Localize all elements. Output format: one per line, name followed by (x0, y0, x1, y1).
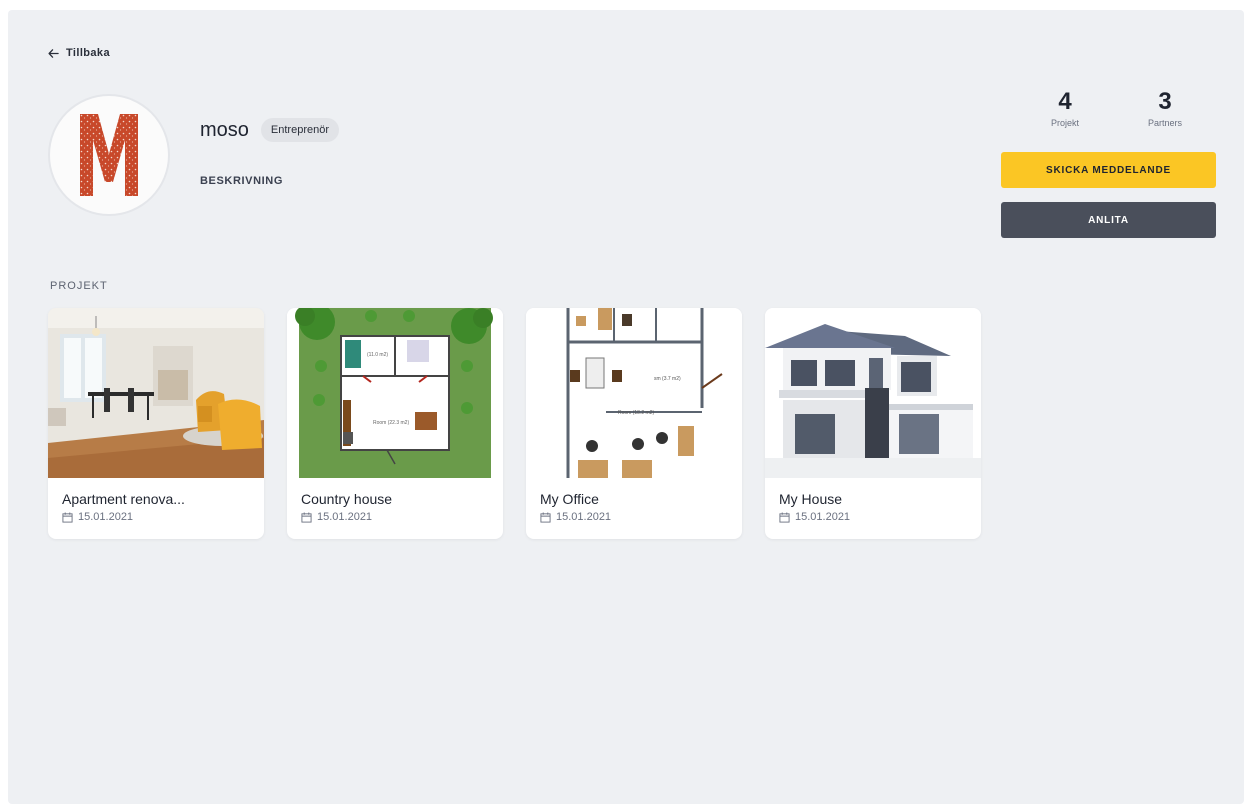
project-title: My House (779, 491, 843, 507)
project-title: Country house (301, 491, 393, 507)
project-card[interactable]: My House 15.01.2021 (765, 308, 981, 539)
send-message-button[interactable]: SKICKA MEDDELANDE (1001, 152, 1216, 188)
profile-stats: 4 Projekt 3 Partners (1020, 88, 1210, 128)
project-thumbnail-apartment (48, 308, 264, 478)
project-thumbnail-house (765, 308, 981, 478)
project-title: Apartment renova... (62, 491, 185, 507)
project-date: 15.01.2021 (540, 511, 728, 523)
project-date-text: 15.01.2021 (795, 511, 851, 523)
calendar-icon (301, 511, 312, 523)
project-card[interactable]: (11.0 m2) Room (22.3 m2) Country house 1… (287, 308, 503, 539)
project-card[interactable]: Apartment renova... 15.01.2021 (48, 308, 264, 539)
calendar-icon (540, 511, 551, 523)
project-card-body: Country house 15.01.2021 (287, 478, 503, 523)
stat-partners-value: 3 (1158, 88, 1172, 115)
stat-projects-value: 4 (1058, 88, 1072, 115)
svg-text:Room (18.2 m2): Room (18.2 m2) (618, 410, 654, 416)
back-label: Tillbaka (66, 47, 110, 59)
calendar-icon (62, 511, 73, 523)
avatar (50, 96, 168, 214)
project-date: 15.01.2021 (62, 511, 250, 523)
project-date: 15.01.2021 (301, 511, 489, 523)
calendar-icon (779, 511, 790, 523)
arrow-left-icon (48, 48, 59, 58)
project-date: 15.01.2021 (779, 511, 967, 523)
project-title: My Office (540, 491, 599, 507)
back-link[interactable]: Tillbaka (48, 47, 110, 59)
project-thumbnail-country-house: (11.0 m2) Room (22.3 m2) (287, 308, 503, 478)
stat-partners: 3 Partners (1120, 88, 1210, 128)
project-card-body: My Office 15.01.2021 (526, 478, 742, 523)
svg-text:(11.0 m2): (11.0 m2) (367, 352, 388, 358)
description-label: BESKRIVNING (200, 175, 283, 187)
project-thumbnail-office: sm (3.7 m2) Room (18.2 m2) (526, 308, 742, 478)
stat-projects: 4 Projekt (1020, 88, 1110, 128)
project-date-text: 15.01.2021 (556, 511, 612, 523)
stat-projects-label: Projekt (1050, 118, 1079, 128)
logo-m-icon (80, 114, 138, 196)
project-date-text: 15.01.2021 (317, 511, 373, 523)
role-badge: Entreprenör (260, 118, 339, 142)
project-date-text: 15.01.2021 (78, 511, 134, 523)
hire-button[interactable]: ANLITA (1001, 202, 1216, 238)
profile-page: Tillbaka moso Entreprenör BESKRIVNING 4 … (8, 10, 1244, 804)
svg-text:Room (22.3 m2): Room (22.3 m2) (373, 420, 409, 426)
projects-section-title: PROJEKT (50, 280, 108, 292)
project-card-body: My House 15.01.2021 (765, 478, 981, 523)
project-card-body: Apartment renova... 15.01.2021 (48, 478, 264, 523)
profile-name: moso (200, 118, 249, 141)
stat-partners-label: Partners (1147, 118, 1182, 128)
project-list: Apartment renova... 15.01.2021 (11.0 m2)… (48, 308, 981, 539)
svg-text:sm (3.7 m2): sm (3.7 m2) (654, 376, 681, 382)
profile-name-row: moso Entreprenör (200, 118, 339, 142)
project-card[interactable]: sm (3.7 m2) Room (18.2 m2) My Office 15.… (526, 308, 742, 539)
